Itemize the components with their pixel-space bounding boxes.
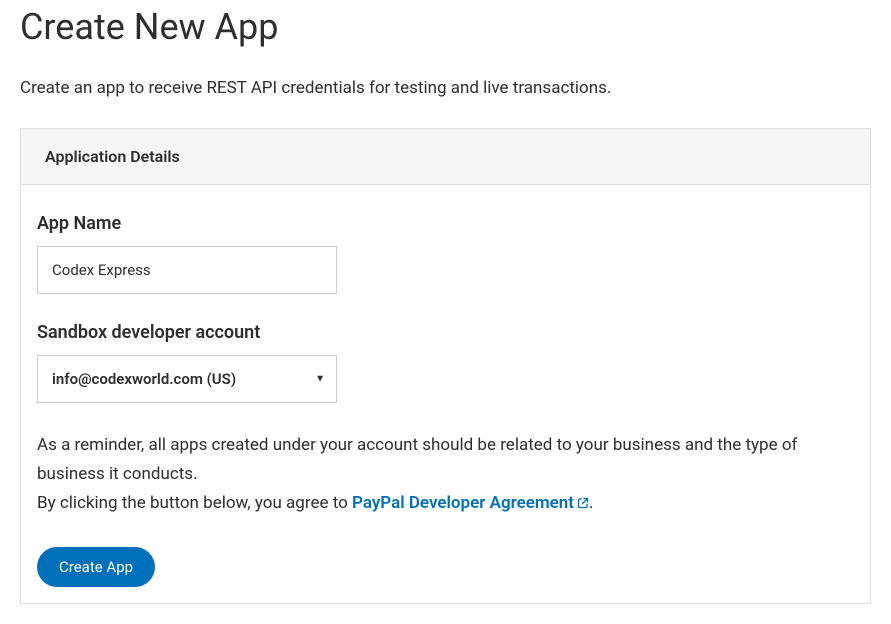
page-subtitle: Create an app to receive REST API creden… [20,78,871,98]
sandbox-account-label: Sandbox developer account [37,322,854,343]
sandbox-account-select[interactable]: info@codexworld.com (US) [37,355,337,403]
panel-header: Application Details [21,129,870,185]
application-details-panel: Application Details App Name Sandbox dev… [20,128,871,604]
agreement-link-text: PayPal Developer Agreement [352,493,574,513]
app-name-input[interactable] [37,246,337,294]
app-name-label: App Name [37,213,854,234]
create-app-button[interactable]: Create App [37,547,155,587]
agreement-text: By clicking the button below, you agree … [37,489,854,519]
sandbox-account-group: Sandbox developer account info@codexworl… [37,322,854,403]
agreement-prefix: By clicking the button below, you agree … [37,493,352,513]
agreement-suffix: . [589,493,593,513]
page-title: Create New App [20,6,871,48]
external-link-icon [577,490,589,519]
panel-body: App Name Sandbox developer account info@… [21,185,870,603]
app-name-group: App Name [37,213,854,294]
reminder-text: As a reminder, all apps created under yo… [37,431,854,489]
developer-agreement-link[interactable]: PayPal Developer Agreement [352,493,589,513]
